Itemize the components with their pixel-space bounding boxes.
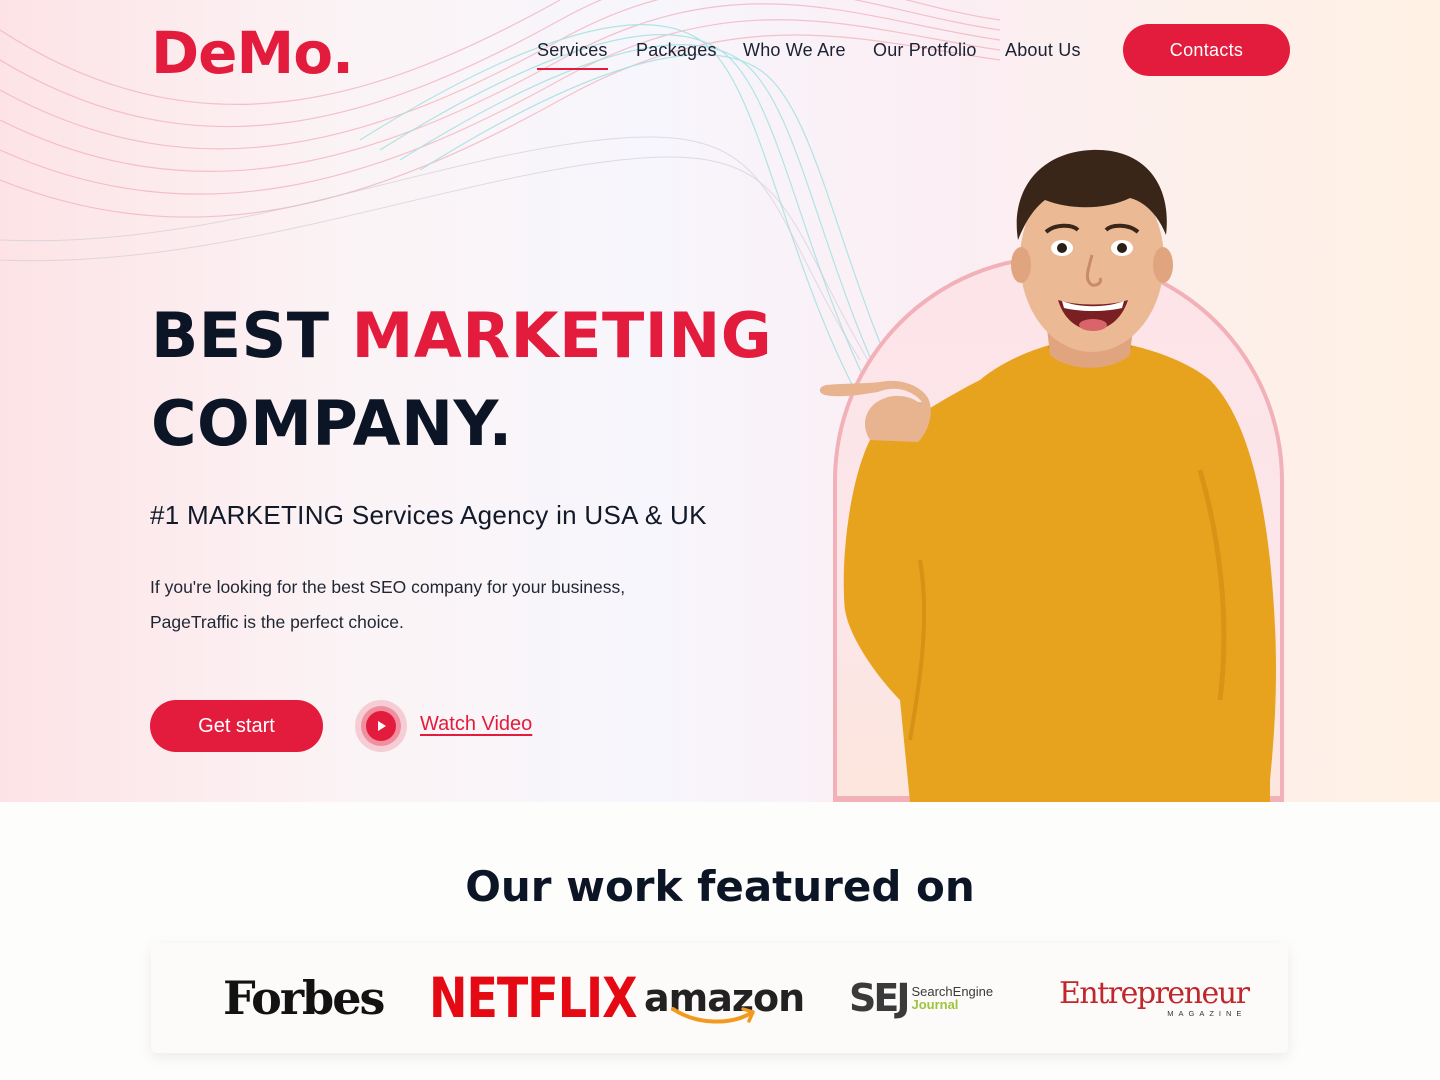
nav-item-packages[interactable]: Packages — [636, 38, 717, 62]
hero-headline: BEST MARKETING COMPANY. — [151, 292, 772, 468]
sej-wordmark: SearchEngine Journal — [911, 985, 993, 1011]
play-icon — [366, 711, 396, 741]
hero-person-image — [819, 149, 1276, 802]
entrepreneur-logo: Entrepreneur MAGAZINE — [1059, 943, 1250, 1053]
sej-line-2: Journal — [911, 997, 959, 1012]
amazon-smile-icon — [671, 1007, 755, 1024]
contacts-button[interactable]: Contacts — [1123, 24, 1290, 76]
search-engine-journal-logo: SEJ SearchEngine Journal — [849, 943, 993, 1053]
entrepreneur-subtitle: MAGAZINE — [1167, 1008, 1247, 1018]
sej-letters: SEJ — [849, 976, 910, 1020]
hero-subheading: #1 MARKETING Services Agency in USA & UK — [150, 500, 707, 530]
headline-part-2: COMPANY. — [151, 387, 513, 460]
get-start-button[interactable]: Get start — [150, 700, 323, 752]
hero-section: DeMo. Services Packages Who We Are Our P… — [0, 0, 1440, 802]
brand-logo[interactable]: DeMo. — [151, 20, 354, 86]
headline-part-1: BEST — [151, 299, 352, 372]
featured-logos-card: Forbes NETFLIX amazon SEJ SearchEngine J… — [151, 943, 1288, 1053]
forbes-logo: Forbes — [223, 971, 385, 1025]
nav-item-services[interactable]: Services — [537, 38, 608, 70]
entrepreneur-wordmark: Entrepreneur — [1059, 975, 1250, 1011]
nav-item-about-us[interactable]: About Us — [1005, 38, 1081, 62]
amazon-logo: amazon — [644, 976, 805, 1020]
netflix-logo: NETFLIX — [429, 965, 638, 1031]
headline-accent: MARKETING — [351, 299, 773, 372]
featured-section-title: Our work featured on — [465, 862, 975, 911]
nav-item-who-we-are[interactable]: Who We Are — [743, 38, 846, 62]
hero-description: If you're looking for the best SEO compa… — [150, 577, 626, 632]
watch-video-link[interactable]: Watch Video — [420, 713, 532, 736]
nav-item-portfolio[interactable]: Our Protfolio — [873, 38, 977, 62]
play-video-button[interactable] — [355, 700, 407, 752]
